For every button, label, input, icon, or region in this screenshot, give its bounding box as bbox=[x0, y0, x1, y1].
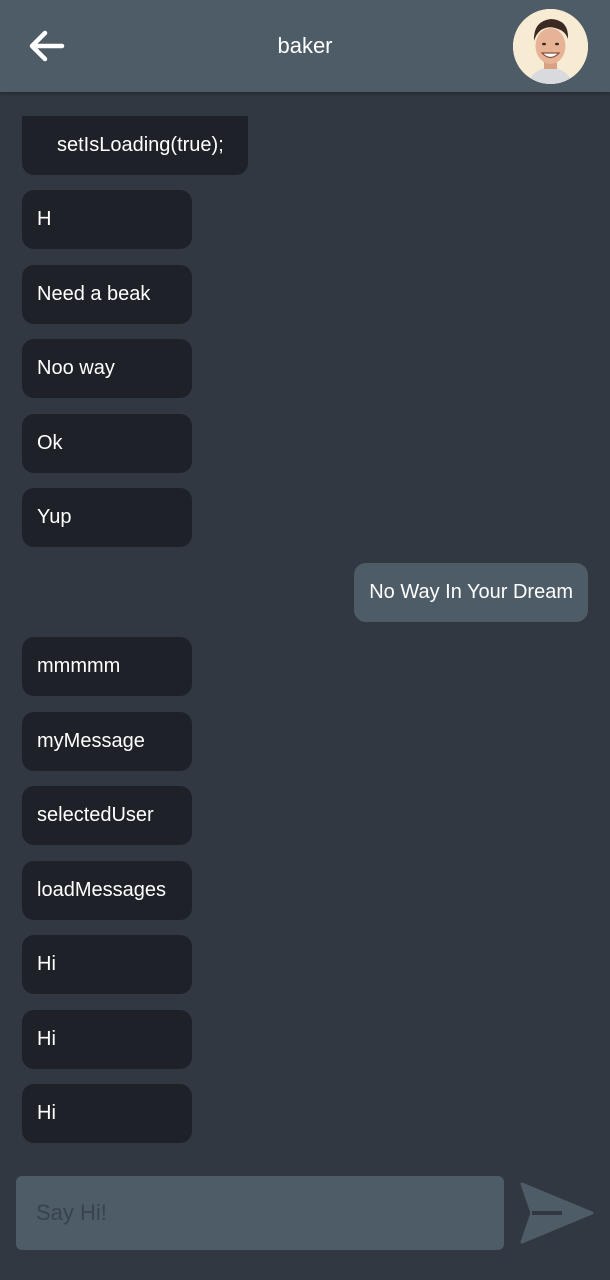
message-bubble: setIsLoading(true); bbox=[22, 116, 248, 175]
message-input[interactable] bbox=[16, 1176, 504, 1250]
send-button[interactable] bbox=[518, 1180, 594, 1246]
message-bubble: Noo way bbox=[22, 339, 192, 398]
message-bubble: Yup bbox=[22, 488, 192, 547]
message-bubble: Ok bbox=[22, 414, 192, 473]
avatar[interactable] bbox=[513, 9, 588, 84]
message-bubble: Need a beak bbox=[22, 265, 192, 324]
message-bubble: loadMessages bbox=[22, 861, 192, 920]
message-bubble: myMessage bbox=[22, 712, 192, 771]
message-bubble: selectedUser bbox=[22, 786, 192, 845]
message-bubble: mmmmm bbox=[22, 637, 192, 696]
message-bubble-outgoing: No Way In Your Dream bbox=[354, 563, 588, 622]
message-bubble: Hi bbox=[22, 1084, 192, 1143]
user-avatar-image bbox=[513, 9, 588, 84]
chat-screen: baker setIsLoading(true); H Need a beak … bbox=[0, 0, 610, 1280]
send-icon bbox=[520, 1182, 594, 1244]
message-bubble: Hi bbox=[22, 1010, 192, 1069]
chat-header: baker bbox=[0, 0, 610, 92]
message-bubble: H bbox=[22, 190, 192, 249]
message-list[interactable]: setIsLoading(true); H Need a beak Noo wa… bbox=[0, 92, 610, 1152]
message-bubble: Hi bbox=[22, 935, 192, 994]
